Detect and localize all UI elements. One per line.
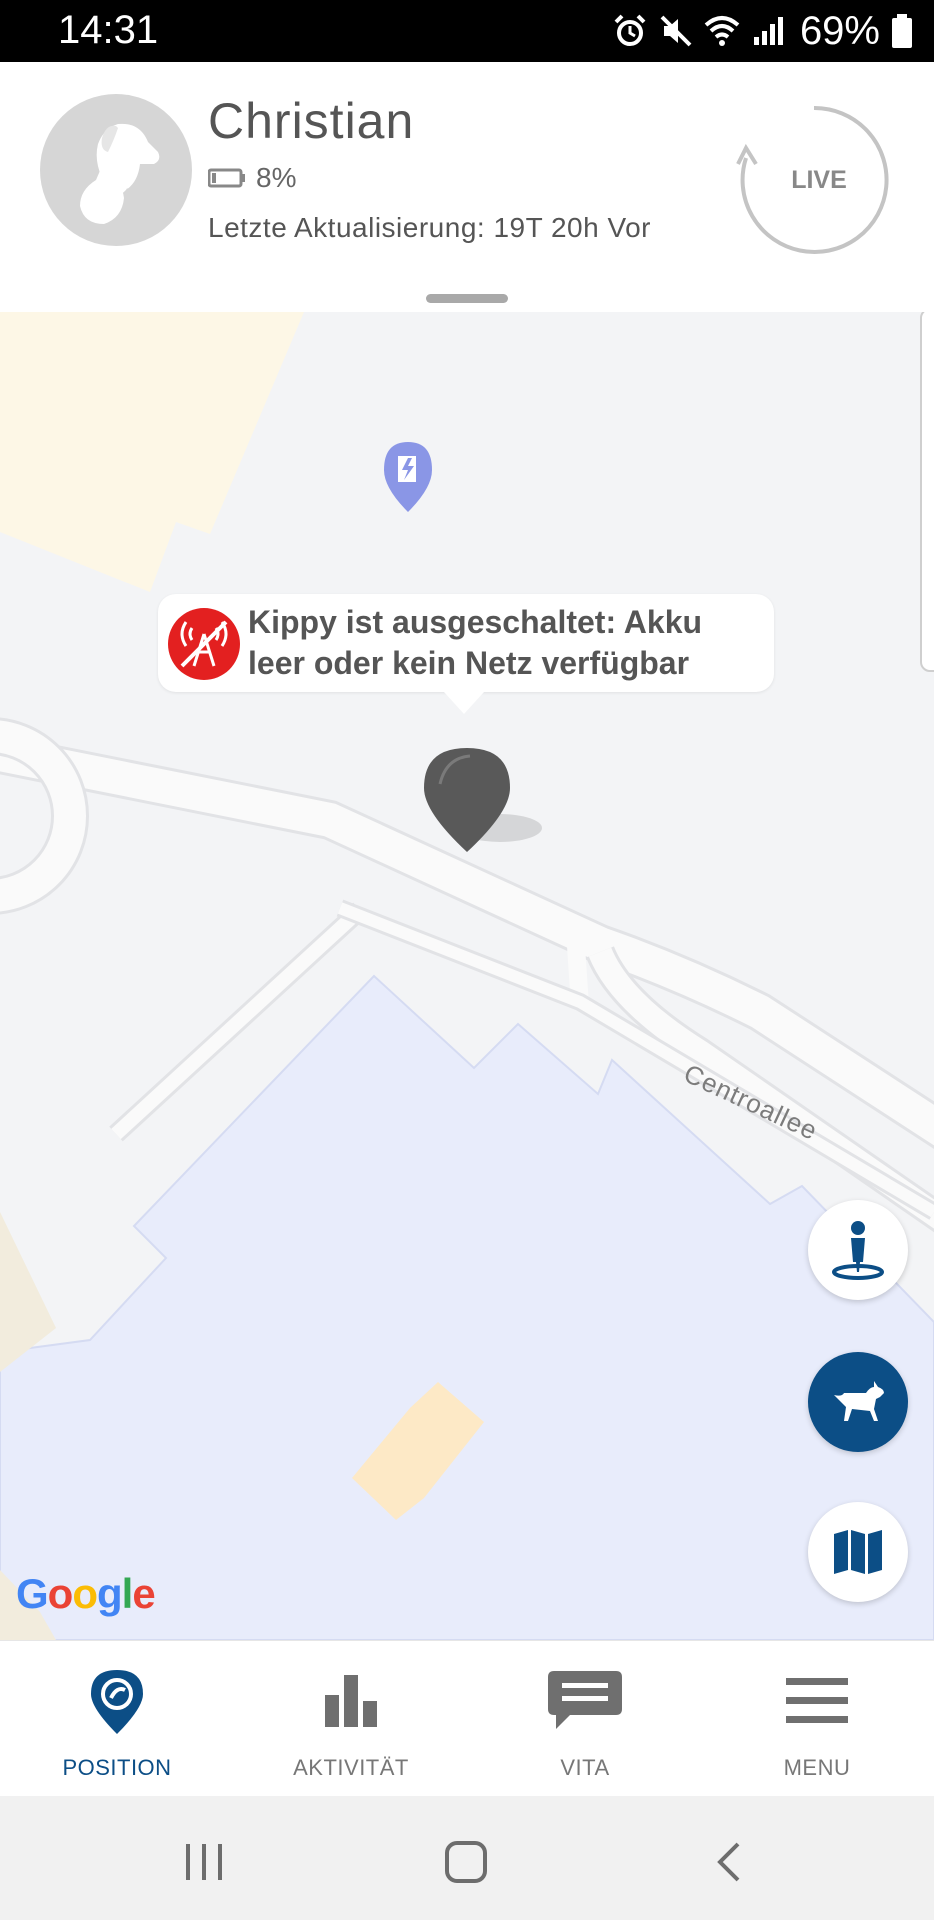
system-navigation-bar [0, 1796, 934, 1920]
cell-signal-icon [753, 17, 783, 45]
home-button[interactable] [436, 1832, 496, 1892]
tab-menu[interactable]: MENU [700, 1641, 934, 1797]
google-logo: Google [16, 1570, 156, 1618]
dog-cat-silhouette-icon [80, 123, 160, 224]
tab-position[interactable]: POSITION [0, 1641, 234, 1797]
status-bar: 14:31 69% [0, 0, 934, 62]
tab-aktivitaet[interactable]: AKTIVITÄT [234, 1641, 468, 1797]
alarm-icon [614, 14, 646, 46]
alert-text: Kippy ist ausgeschaltet: Akku leer oder … [248, 604, 703, 681]
tab-label: POSITION [62, 1755, 172, 1780]
low-battery-icon [208, 168, 245, 188]
center-on-user-button[interactable] [808, 1200, 908, 1300]
bar-chart-icon [311, 1661, 391, 1741]
tab-label: VITA [560, 1755, 610, 1780]
map-background [0, 312, 934, 1640]
center-on-pet-button[interactable] [808, 1352, 908, 1452]
position-pin-icon [77, 1661, 157, 1741]
pet-profile-header: Christian 8% Letzte Aktualisierung: 19T … [0, 62, 934, 313]
map-view[interactable]: Kippy ist ausgeschaltet: Akku leer oder … [0, 312, 934, 1640]
map-type-button[interactable] [808, 1502, 908, 1602]
back-chevron-icon [717, 1842, 740, 1882]
dog-location-icon [834, 1381, 884, 1421]
status-icons: 69% [612, 8, 914, 54]
back-button[interactable] [698, 1832, 758, 1892]
recent-apps-icon [186, 1844, 222, 1880]
last-update-text: Letzte Aktualisierung: 19T 20h Vor [208, 212, 651, 243]
hamburger-menu-icon [777, 1661, 857, 1741]
battery-icon [892, 14, 912, 48]
side-panel-tab[interactable] [920, 312, 934, 672]
ev-charging-station-icon[interactable] [384, 442, 432, 512]
google-logo-letter: o [72, 1570, 98, 1617]
status-time: 14:31 [58, 8, 159, 52]
google-logo-letter: g [96, 1570, 123, 1617]
live-button[interactable]: LIVE [734, 100, 894, 260]
chat-bubble-icon [545, 1661, 625, 1741]
pet-avatar[interactable] [40, 94, 192, 246]
google-logo-letter: e [132, 1570, 155, 1617]
no-signal-tower-icon [168, 608, 240, 680]
device-battery: 8% [208, 162, 296, 194]
battery-percent: 8% [256, 162, 297, 193]
person-location-icon [832, 1221, 884, 1280]
tab-label: AKTIVITÄT [293, 1755, 409, 1780]
tab-vita[interactable]: VITA [468, 1641, 702, 1797]
home-icon [445, 1841, 487, 1883]
google-logo-letter: l [121, 1570, 134, 1617]
device-offline-alert: Kippy ist ausgeschaltet: Akku leer oder … [158, 594, 774, 714]
mute-icon [660, 15, 692, 47]
live-label: LIVE [791, 165, 847, 194]
drag-handle[interactable] [426, 294, 508, 303]
pet-location-marker[interactable] [424, 672, 550, 852]
tab-label: MENU [783, 1755, 851, 1780]
google-logo-letter: o [47, 1570, 74, 1617]
google-logo-letter: G [16, 1570, 49, 1617]
wifi-icon [704, 16, 740, 46]
map-layers-icon [834, 1530, 882, 1574]
recent-apps-button[interactable] [174, 1832, 234, 1892]
pet-name: Christian [208, 93, 415, 149]
bottom-tab-bar: POSITION AKTIVITÄT VITA MENU [0, 1640, 934, 1797]
status-battery-percent: 69% [799, 8, 880, 53]
